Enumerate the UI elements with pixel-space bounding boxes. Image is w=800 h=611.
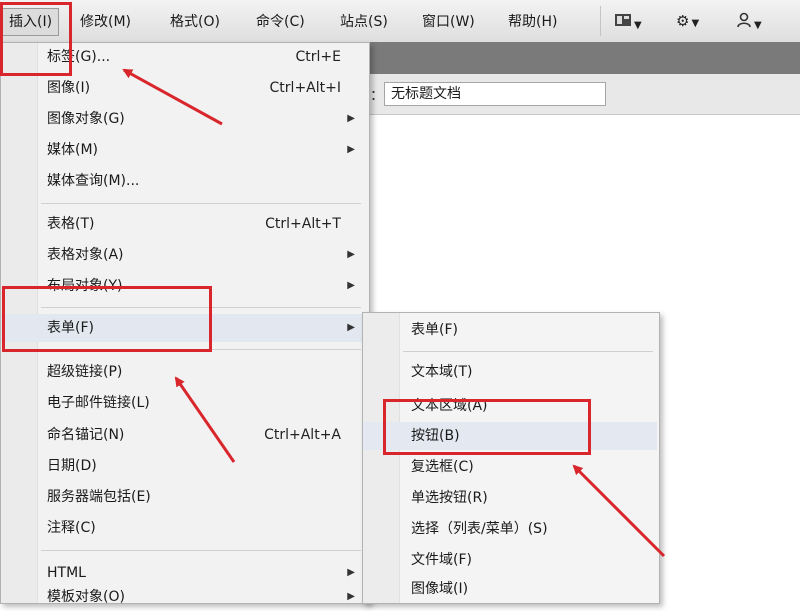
submenu-arrow-icon: ▶ — [347, 591, 355, 602]
submenu-item-text-field[interactable]: 文本域(T) — [363, 358, 657, 386]
submenu-item-select-list[interactable]: 选择（列表/菜单）(S) — [363, 515, 657, 543]
submenu-item-label: 单选按钮(R) — [411, 490, 488, 506]
title-label: ： — [370, 88, 384, 104]
menu-item-label: 媒体(M) — [47, 142, 99, 158]
annotation-box-insert-tag — [0, 2, 72, 76]
submenu-item-label: 复选框(C) — [411, 459, 474, 475]
menu-item-label: 超级链接(P) — [47, 364, 123, 380]
menu-item-media-query[interactable]: 媒体查询(M)... — [1, 167, 367, 195]
submenu-item-label: 文本域(T) — [411, 364, 473, 380]
submenu-separator — [403, 351, 653, 352]
menu-item-named-anchor[interactable]: 命名锚记(N) Ctrl+Alt+A — [1, 421, 367, 449]
menu-item-date[interactable]: 日期(D) — [1, 452, 367, 480]
document-title-input[interactable]: 无标题文档 — [384, 82, 606, 106]
menu-item-label: 命名锚记(N) — [47, 427, 125, 443]
menu-item-table[interactable]: 表格(T) Ctrl+Alt+T — [1, 210, 367, 238]
menu-modify[interactable]: 修改(M) — [80, 11, 131, 33]
submenu-item-image-field[interactable]: 图像域(I) — [363, 575, 657, 603]
submenu-item-label: 图像域(I) — [411, 581, 469, 597]
menu-format[interactable]: 格式(O) — [170, 11, 220, 33]
menu-item-shortcut: Ctrl+Alt+A — [264, 427, 341, 443]
form-submenu: 表单(F) 文本域(T) 文本区域(A) 按钮(B) 复选框(C) 单选按钮(R… — [362, 312, 660, 604]
menu-item-image-objects[interactable]: 图像对象(G) ▶ — [1, 105, 367, 133]
menu-item-label: 服务器端包括(E) — [47, 489, 151, 505]
submenu-item-radio-button[interactable]: 单选按钮(R) — [363, 484, 657, 512]
menu-item-table-objects[interactable]: 表格对象(A) ▶ — [1, 241, 367, 269]
menu-item-label: 电子邮件链接(L) — [47, 395, 150, 411]
submenu-arrow-icon: ▶ — [347, 567, 355, 578]
menu-bar: 插入(I) 修改(M) 格式(O) 命令(C) 站点(S) 窗口(W) 帮助(H… — [0, 0, 800, 43]
submenu-item-label: 表单(F) — [411, 322, 458, 338]
menu-item-label: 图像对象(G) — [47, 111, 125, 127]
submenu-arrow-icon: ▶ — [347, 249, 355, 260]
menu-commands[interactable]: 命令(C) — [256, 11, 305, 33]
menu-item-media[interactable]: 媒体(M) ▶ — [1, 136, 367, 164]
menu-item-shortcut: Ctrl+Alt+T — [265, 216, 341, 232]
menu-help[interactable]: 帮助(H) — [508, 11, 557, 33]
user-icon[interactable]: ▼ — [736, 12, 762, 32]
menu-item-hyperlink[interactable]: 超级链接(P) — [1, 358, 367, 386]
submenu-item-checkbox[interactable]: 复选框(C) — [363, 453, 657, 481]
menu-window[interactable]: 窗口(W) — [422, 11, 475, 33]
menu-item-label: 表格对象(A) — [47, 247, 124, 263]
annotation-box-button — [383, 399, 591, 455]
menu-item-server-include[interactable]: 服务器端包括(E) — [1, 483, 367, 511]
gear-icon[interactable]: ⚙ ▼ — [676, 12, 699, 30]
menu-separator — [41, 203, 361, 204]
menu-item-template-objects[interactable]: 模板对象(O) ▶ — [1, 583, 367, 611]
submenu-item-label: 选择（列表/菜单）(S) — [411, 521, 548, 537]
menu-site[interactable]: 站点(S) — [340, 11, 388, 33]
menu-item-label: 注释(C) — [47, 520, 96, 536]
layout-grid-icon[interactable]: ▼ — [614, 12, 642, 32]
submenu-arrow-icon: ▶ — [347, 113, 355, 124]
menu-item-image[interactable]: 图像(I) Ctrl+Alt+I — [1, 74, 367, 102]
menu-item-label: 图像(I) — [47, 80, 91, 96]
menu-item-label: 表格(T) — [47, 216, 95, 232]
menu-separator — [41, 550, 361, 551]
submenu-item-file-field[interactable]: 文件域(F) — [363, 546, 657, 574]
menu-item-label: HTML — [47, 565, 86, 581]
annotation-box-form — [2, 286, 212, 352]
menu-item-email-link[interactable]: 电子邮件链接(L) — [1, 389, 367, 417]
menu-item-label: 媒体查询(M)... — [47, 173, 140, 189]
menu-item-shortcut: Ctrl+Alt+I — [269, 80, 341, 96]
submenu-arrow-icon: ▶ — [347, 280, 355, 291]
toolbar-separator — [600, 6, 601, 36]
menu-item-comment[interactable]: 注释(C) — [1, 514, 367, 542]
submenu-item-label: 文件域(F) — [411, 552, 472, 568]
submenu-item-form[interactable]: 表单(F) — [363, 316, 657, 344]
submenu-arrow-icon: ▶ — [347, 144, 355, 155]
submenu-arrow-icon: ▶ — [347, 322, 355, 333]
menu-item-shortcut: Ctrl+E — [295, 49, 342, 65]
menu-item-label: 模板对象(O) — [47, 589, 125, 605]
menu-item-label: 日期(D) — [47, 458, 97, 474]
